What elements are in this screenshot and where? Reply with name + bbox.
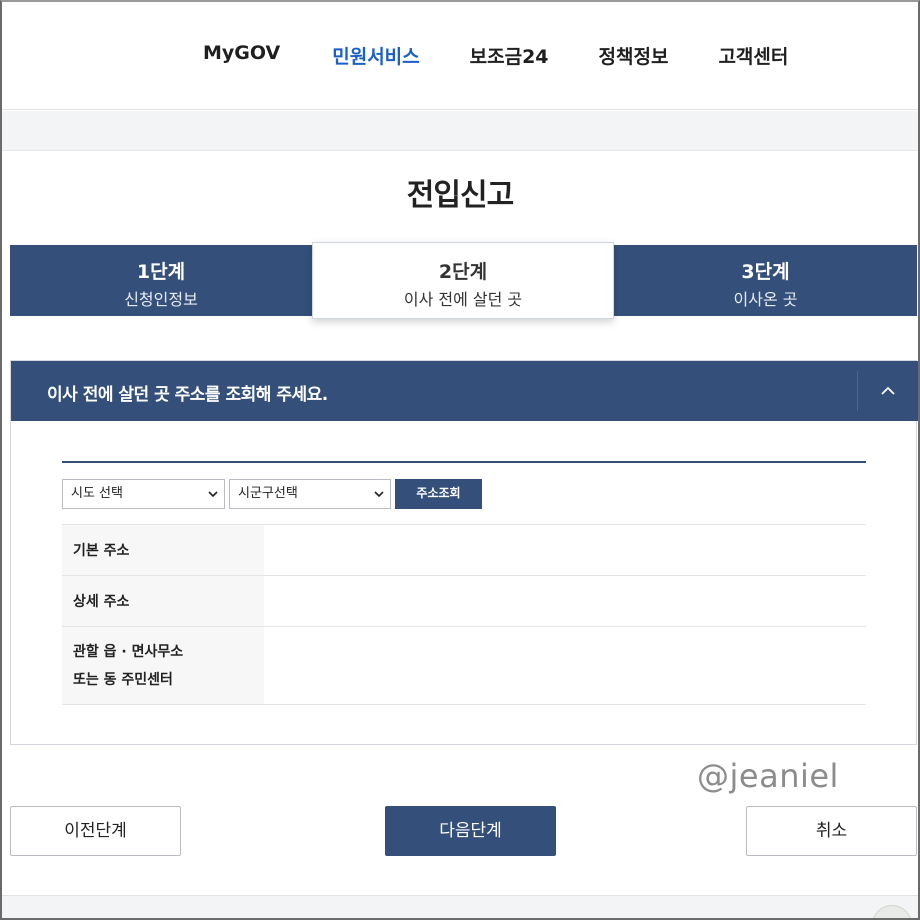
main-menu: MyGOV 민원서비스 보조금24 정책정보 고객센터 — [203, 42, 788, 69]
panel-title: 이사 전에 살던 곳 주소를 조회해 주세요. — [47, 385, 328, 405]
panel-header: 이사 전에 살던 곳 주소를 조회해 주세요. — [11, 361, 918, 421]
detail-address-value — [264, 576, 866, 626]
cancel-button[interactable]: 취소 — [746, 806, 917, 856]
jurisdiction-office-label: 관할 읍 · 면사무소 또는 동 주민센터 — [62, 627, 264, 704]
collapse-toggle-button[interactable] — [858, 361, 918, 421]
footer-band — [2, 895, 918, 918]
nav-item-civil-services[interactable]: 민원서비스 — [332, 42, 419, 69]
previous-address-panel: 이사 전에 살던 곳 주소를 조회해 주세요. 시도 선택 시군구선택 주소조회… — [10, 360, 918, 745]
sido-select[interactable]: 시도 선택 — [62, 479, 225, 509]
basic-address-label: 기본 주소 — [62, 525, 264, 575]
step-1-label: 신청인정보 — [124, 290, 198, 309]
step-2-current: 2단계 이사 전에 살던 곳 — [312, 242, 614, 319]
nav-item-customer-center[interactable]: 고객센터 — [718, 42, 788, 69]
top-navigation: MyGOV 민원서비스 보조금24 정책정보 고객센터 — [0, 0, 920, 110]
jurisdiction-office-value — [264, 627, 866, 704]
address-search-button[interactable]: 주소조회 — [395, 479, 482, 509]
nav-item-policy-info[interactable]: 정책정보 — [599, 42, 669, 69]
sigungu-select-value: 시군구선택 — [238, 486, 298, 501]
breadcrumb-band — [2, 111, 918, 151]
sigungu-select[interactable]: 시군구선택 — [229, 479, 391, 509]
detail-address-label: 상세 주소 — [62, 576, 264, 626]
jurisdiction-office-label-line1: 관할 읍 · 면사무소 — [73, 643, 184, 660]
previous-step-button[interactable]: 이전단계 — [10, 806, 181, 856]
step-1-number: 1단계 — [136, 261, 186, 283]
chevron-down-icon — [374, 491, 384, 498]
step-1: 1단계 신청인정보 — [10, 245, 312, 316]
nav-item-subsidy24[interactable]: 보조금24 — [470, 42, 549, 69]
basic-address-value — [264, 525, 866, 575]
step-indicator: 1단계 신청인정보 3단계 이사온 곳 2단계 이사 전에 살던 곳 — [10, 242, 917, 319]
next-step-button[interactable]: 다음단계 — [385, 806, 556, 856]
step-3-label: 이사온 곳 — [733, 290, 798, 309]
page-title: 전입신고 — [406, 178, 514, 213]
table-row: 기본 주소 — [62, 525, 866, 576]
sido-select-value: 시도 선택 — [71, 486, 123, 501]
section-rule — [62, 461, 866, 463]
table-row: 관할 읍 · 면사무소 또는 동 주민센터 — [62, 627, 866, 705]
nav-item-mygov[interactable]: MyGOV — [203, 42, 280, 69]
jurisdiction-office-label-line2: 또는 동 주민센터 — [73, 671, 173, 688]
step-2-number: 2단계 — [438, 261, 488, 283]
step-2-label: 이사 전에 살던 곳 — [403, 290, 523, 309]
chevron-down-icon — [208, 491, 218, 498]
chevron-up-icon — [881, 386, 895, 395]
watermark: @jeaniel — [697, 757, 839, 795]
address-table: 기본 주소 상세 주소 관할 읍 · 면사무소 또는 동 주민센터 — [62, 524, 866, 705]
step-3: 3단계 이사온 곳 — [614, 245, 917, 316]
step-3-number: 3단계 — [741, 261, 790, 283]
table-row: 상세 주소 — [62, 576, 866, 627]
